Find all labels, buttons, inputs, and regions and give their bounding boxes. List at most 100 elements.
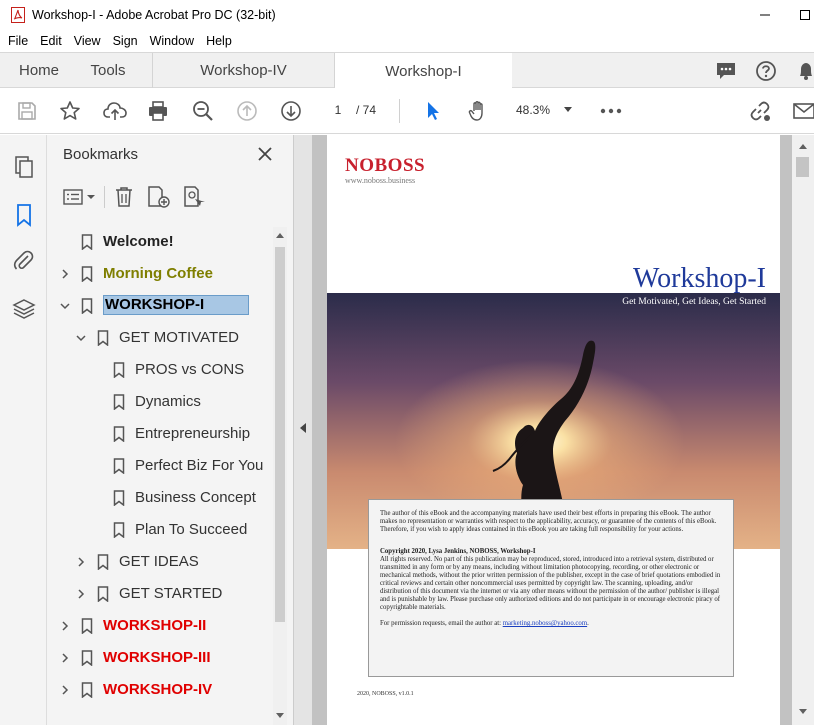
bookmark-label: Dynamics	[135, 393, 201, 410]
attachment-icon[interactable]	[12, 249, 36, 273]
chevron-right-icon[interactable]	[59, 652, 71, 664]
menu-sign[interactable]: Sign	[113, 34, 138, 48]
bookmarks-scrollbar[interactable]	[273, 227, 287, 725]
bookmark-item[interactable]: Dynamics	[47, 387, 273, 417]
bookmark-item[interactable]: Perfect Biz For You	[47, 451, 273, 481]
zoom-out-icon[interactable]	[191, 99, 215, 123]
permission-suffix: .	[587, 620, 589, 627]
chevron-right-icon[interactable]	[59, 620, 71, 632]
bookmark-label: WORKSHOP-III	[103, 649, 211, 666]
help-icon[interactable]	[755, 60, 777, 82]
document-title: Workshop-I	[632, 263, 766, 294]
chevron-down-icon[interactable]	[75, 332, 87, 344]
title-bar: Workshop-I - Adobe Acrobat Pro DC (32-bi…	[0, 0, 814, 30]
pages-icon[interactable]	[12, 155, 36, 179]
document-scrollbar[interactable]	[792, 135, 814, 725]
search-bookmark-button[interactable]	[183, 185, 207, 209]
doc-scroll-up-icon[interactable]	[799, 143, 807, 149]
bookmark-label: WORKSHOP-IV	[103, 681, 213, 698]
bookmarks-scroll-thumb[interactable]	[275, 247, 285, 622]
bookmark-label: PROS vs CONS	[135, 361, 245, 378]
bell-icon[interactable]	[795, 60, 814, 82]
document-scroll-thumb[interactable]	[796, 157, 809, 177]
bookmark-item[interactable]: WORKSHOP-IV	[47, 675, 273, 705]
bookmark-label: WORKSHOP-I	[103, 295, 250, 315]
save-icon[interactable]	[15, 99, 39, 123]
tab-bar: Home Tools Workshop-IV Workshop-I	[0, 52, 814, 89]
chevron-right-icon[interactable]	[59, 684, 71, 696]
star-icon[interactable]	[58, 99, 82, 123]
zoom-dropdown-icon[interactable]	[564, 107, 572, 113]
comment-icon[interactable]	[715, 60, 737, 82]
window-title: Workshop-I - Adobe Acrobat Pro DC (32-bi…	[32, 8, 276, 22]
delete-bookmark-button[interactable]	[114, 185, 134, 209]
layers-icon[interactable]	[12, 297, 36, 321]
bookmark-item[interactable]: Entrepreneurship	[47, 419, 273, 449]
pdf-page: NOBOSS www.noboss.business Workshop-I Ge…	[327, 135, 780, 725]
pdf-app-icon	[11, 7, 25, 23]
bookmark-item[interactable]: Plan To Succeed	[47, 515, 273, 545]
close-icon[interactable]	[256, 145, 274, 163]
bookmark-item[interactable]: Welcome!	[47, 227, 273, 257]
menu-window[interactable]: Window	[150, 34, 194, 48]
hand-icon[interactable]	[466, 99, 490, 123]
bookmarks-panel-title: Bookmarks	[63, 146, 139, 163]
chevron-down-icon[interactable]	[59, 300, 71, 312]
select-cursor-icon[interactable]	[421, 99, 445, 123]
doc-scroll-down-icon[interactable]	[799, 709, 807, 715]
chevron-right-icon[interactable]	[75, 588, 87, 600]
document-view[interactable]: NOBOSS www.noboss.business Workshop-I Ge…	[312, 135, 792, 725]
bookmark-flag-icon	[81, 650, 93, 666]
bookmark-item[interactable]: GET STARTED	[47, 579, 273, 609]
print-icon[interactable]	[146, 99, 170, 123]
email-icon[interactable]	[792, 99, 814, 123]
bookmark-options-button[interactable]	[63, 185, 97, 209]
bookmark-icon[interactable]	[12, 203, 36, 227]
scroll-up-icon[interactable]	[276, 232, 284, 238]
bookmark-item[interactable]: WORKSHOP-III	[47, 643, 273, 673]
page-down-icon[interactable]	[279, 99, 303, 123]
noboss-logo: NOBOSS	[345, 155, 426, 176]
page-number-input[interactable]: 1	[322, 98, 354, 122]
menu-help[interactable]: Help	[206, 34, 232, 48]
zoom-level-select[interactable]: 48.3%	[508, 98, 578, 122]
logo-url: www.noboss.business	[345, 176, 416, 185]
menu-bar: File Edit View Sign Window Help	[0, 30, 814, 52]
left-navigation-pane	[0, 135, 47, 725]
toolbar	[0, 88, 814, 134]
bookmark-item[interactable]: Business Concept	[47, 483, 273, 513]
page-up-icon[interactable]	[235, 99, 259, 123]
bookmark-flag-icon	[113, 490, 125, 506]
bookmark-item[interactable]: WORKSHOP-II	[47, 611, 273, 641]
scroll-down-icon[interactable]	[276, 713, 284, 719]
bookmark-item[interactable]: GET MOTIVATED	[47, 323, 273, 353]
author-email-link[interactable]: marketing.noboss@yahoo.com	[503, 620, 587, 627]
bookmark-item[interactable]: Morning Coffee	[47, 259, 273, 289]
bookmark-item[interactable]: WORKSHOP-I	[47, 291, 273, 321]
new-bookmark-button[interactable]	[147, 185, 171, 209]
minimize-icon[interactable]	[756, 6, 774, 24]
bookmark-label: Perfect Biz For You	[135, 457, 264, 474]
cloud-upload-icon[interactable]	[103, 99, 127, 123]
panel-splitter[interactable]	[293, 135, 312, 725]
bookmark-flag-icon	[113, 426, 125, 442]
tab-home[interactable]: Home	[6, 53, 72, 88]
bookmark-item[interactable]: PROS vs CONS	[47, 355, 273, 385]
menu-file[interactable]: File	[8, 34, 28, 48]
tab-workshop-iv[interactable]: Workshop-IV	[152, 53, 334, 88]
menu-view[interactable]: View	[74, 34, 101, 48]
bookmark-flag-icon	[113, 362, 125, 378]
menu-edit[interactable]: Edit	[40, 34, 62, 48]
tab-tools[interactable]: Tools	[78, 53, 138, 88]
zoom-level-value: 48.3%	[516, 103, 551, 117]
chevron-right-icon[interactable]	[59, 268, 71, 280]
bookmark-flag-icon	[81, 618, 93, 634]
tab-workshop-i[interactable]: Workshop-I	[334, 53, 512, 89]
options-icon	[63, 189, 95, 205]
collapse-panel-icon[interactable]	[299, 423, 307, 433]
bookmark-item[interactable]: GET IDEAS	[47, 547, 273, 577]
maximize-icon[interactable]	[796, 6, 814, 24]
share-link-icon[interactable]	[748, 99, 772, 123]
chevron-right-icon[interactable]	[75, 556, 87, 568]
more-icon[interactable]	[599, 99, 623, 123]
